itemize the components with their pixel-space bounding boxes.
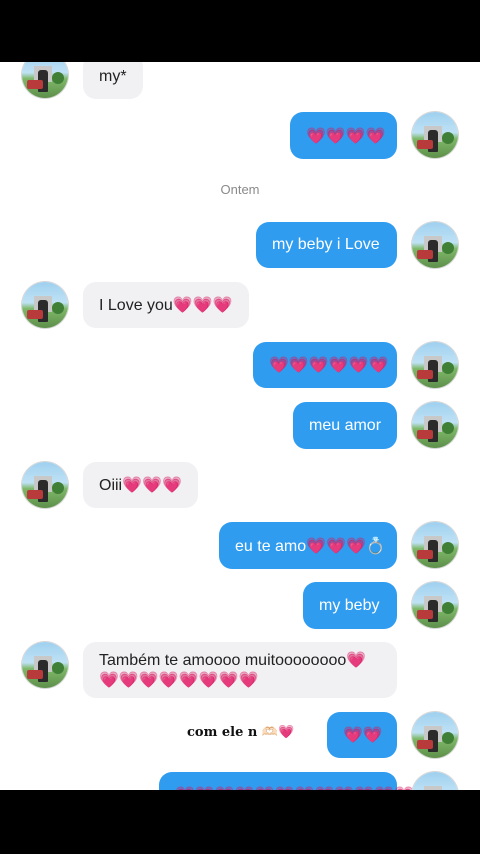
message-bubble-incoming[interactable]: I Love you💗💗💗 <box>83 282 249 328</box>
date-separator: Ontem <box>220 182 260 197</box>
contact-avatar[interactable] <box>22 462 68 508</box>
message-text: my beby i Love <box>272 236 380 253</box>
message-text: my* <box>99 67 127 85</box>
user-avatar[interactable] <box>412 772 458 790</box>
user-avatar[interactable] <box>412 522 458 568</box>
message-text: 💗💗💗💗💗💗💗💗💗💗💗💗 <box>175 785 414 790</box>
message-bubble-incoming[interactable]: Também te amoooo muitoooooooo💗 💗💗💗💗💗💗💗💗 <box>83 642 397 698</box>
message-text: eu te amo💗💗💗💍 <box>235 537 386 555</box>
contact-avatar[interactable] <box>22 282 68 328</box>
user-avatar[interactable] <box>412 402 458 448</box>
message-bubble-outgoing[interactable]: meu amor <box>293 402 397 449</box>
chat-thread[interactable]: my* 💗💗💗💗 Ontem my beby i Love I Love you… <box>0 62 480 790</box>
message-bubble-outgoing[interactable]: eu te amo💗💗💗💍 <box>219 522 397 569</box>
message-bubble-outgoing[interactable]: my beby <box>303 582 397 629</box>
message-text: 💗💗💗💗💗💗 <box>269 357 389 374</box>
user-avatar[interactable] <box>412 712 458 758</box>
message-text: Oiii💗💗💗 <box>99 477 182 494</box>
message-bubble-outgoing[interactable]: 💗💗💗💗💗💗💗💗💗💗💗💗 <box>159 772 414 790</box>
user-avatar[interactable] <box>412 582 458 628</box>
message-text: I Love you💗💗💗 <box>99 297 233 314</box>
story-caption: com ele n 🫶🏻💗 <box>187 725 295 740</box>
contact-avatar[interactable] <box>22 62 68 98</box>
user-avatar[interactable] <box>412 222 458 268</box>
contact-avatar[interactable] <box>22 642 68 688</box>
message-bubble-outgoing[interactable]: 💗💗 <box>327 712 397 758</box>
message-text: 💗💗 <box>343 727 383 744</box>
message-text: my beby <box>319 596 380 614</box>
message-bubble-outgoing[interactable]: my beby i Love <box>256 222 397 268</box>
message-bubble-outgoing[interactable]: 💗💗💗💗 <box>290 112 397 159</box>
message-bubble-incoming[interactable]: my* <box>83 62 143 99</box>
user-avatar[interactable] <box>412 112 458 158</box>
message-bubble-outgoing[interactable]: 💗💗💗💗💗💗 <box>253 342 397 388</box>
message-text: 💗💗💗💗 <box>306 127 386 145</box>
message-text: meu amor <box>309 416 382 434</box>
message-bubble-incoming[interactable]: Oiii💗💗💗 <box>83 462 198 508</box>
message-text: Também te amoooo muitoooooooo💗 💗💗💗💗💗💗💗💗 <box>99 652 367 689</box>
user-avatar[interactable] <box>412 342 458 388</box>
